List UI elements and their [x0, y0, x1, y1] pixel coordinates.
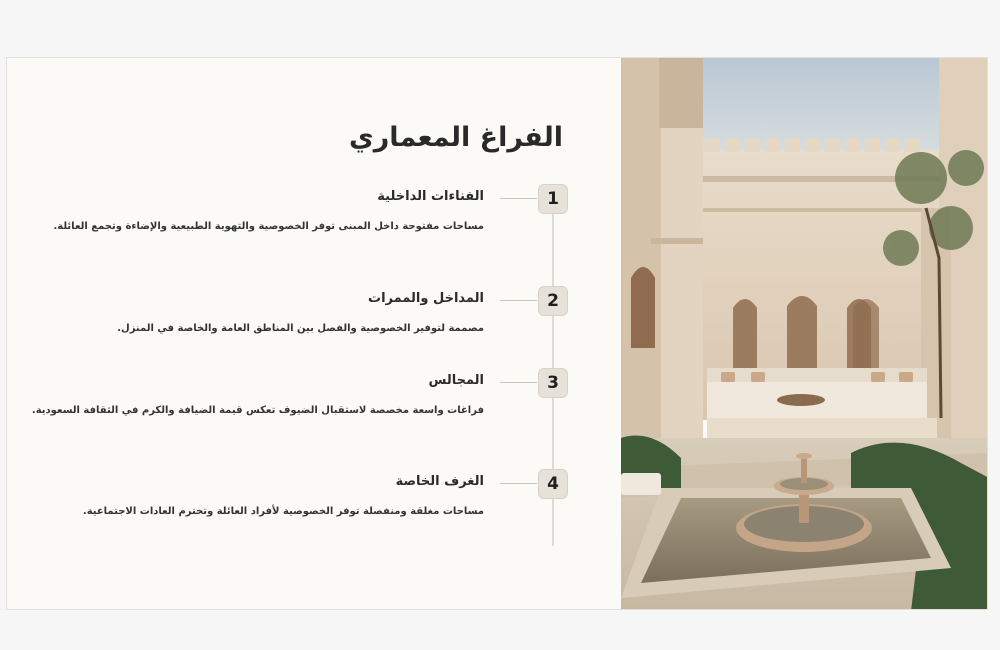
item-number-badge: 3 — [538, 368, 568, 398]
item-title: الفناءات الداخلية — [377, 189, 484, 204]
timeline-item: 1 الفناءات الداخلية مساحات مفتوحة داخل ا… — [7, 184, 607, 244]
item-title: الغرف الخاصة — [395, 474, 484, 489]
item-number-badge: 2 — [538, 286, 568, 316]
timeline-item: 2 المداخل والممرات مصممة لتوفير الخصوصية… — [7, 286, 607, 346]
item-number-badge: 1 — [538, 184, 568, 214]
item-description: مساحات مغلقة ومنفصلة توفر الخصوصية لأفرا… — [82, 506, 484, 517]
item-description: مساحات مفتوحة داخل المبنى توفر الخصوصية … — [53, 221, 484, 232]
slide-title: الفراغ المعماري — [349, 122, 563, 153]
item-title: المداخل والممرات — [368, 291, 484, 306]
timeline-connector — [500, 483, 537, 484]
item-description: مصممة لتوفير الخصوصية والفصل بين المناطق… — [117, 323, 484, 334]
item-number-badge: 4 — [538, 469, 568, 499]
item-title: المجالس — [428, 373, 484, 388]
courtyard-image — [621, 58, 987, 609]
slide: الفراغ المعماري 1 الفناءات الداخلية مساح… — [6, 57, 988, 610]
timeline-connector — [500, 382, 537, 383]
item-description: فراغات واسعة مخصصة لاستقبال الضيوف تعكس … — [31, 405, 484, 416]
timeline-connector — [500, 198, 537, 199]
timeline-item: 3 المجالس فراغات واسعة مخصصة لاستقبال ال… — [7, 368, 607, 428]
timeline-item: 4 الغرف الخاصة مساحات مغلقة ومنفصلة توفر… — [7, 469, 607, 529]
timeline-connector — [500, 300, 537, 301]
